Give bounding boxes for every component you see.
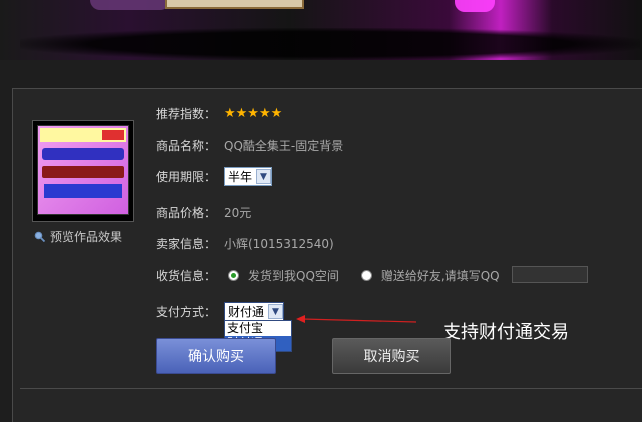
rating-stars: ★★★★★: [224, 106, 283, 121]
preview-label: 预览作品效果: [50, 230, 123, 244]
delivery-option-gift: 赠送给好友,请填写QQ: [380, 269, 500, 283]
banner-shadow: [20, 28, 640, 60]
seller-row: 卖家信息： 小辉(1015312540): [156, 235, 334, 252]
payment-selected: 财付通: [228, 305, 265, 319]
delivery-label: 收货信息：: [156, 269, 217, 283]
price-label: 商品价格：: [156, 206, 217, 220]
price-row: 商品价格： 20元: [156, 204, 251, 221]
annotation-arrow: [296, 315, 417, 323]
preview-link[interactable]: 预览作品效果: [34, 228, 122, 245]
friend-qq-input[interactable]: [512, 266, 588, 283]
delivery-option-self: 发货到我QQ空间: [248, 269, 339, 283]
annotation-text: 支持财付通交易: [443, 322, 569, 343]
product-name-label: 商品名称：: [156, 139, 217, 153]
payment-select[interactable]: 财付通 ▼: [224, 302, 285, 321]
banner-graphic: [455, 0, 495, 12]
cancel-purchase-button[interactable]: 取消购买: [332, 338, 451, 374]
rating-row: 推荐指数： ★★★★★: [156, 105, 282, 122]
confirm-purchase-button[interactable]: 确认购买: [156, 338, 276, 374]
rating-label: 推荐指数：: [156, 107, 217, 121]
payment-row: 支付方式： 财付通 ▼: [156, 302, 285, 321]
product-name-row: 商品名称： QQ酷全集王-固定背景: [156, 137, 343, 154]
banner-graphic: [165, 0, 304, 9]
product-name-value: QQ酷全集王-固定背景: [224, 139, 344, 153]
product-thumbnail[interactable]: [32, 120, 134, 222]
duration-selected: 半年: [228, 170, 253, 184]
chevron-down-icon[interactable]: ▼: [256, 169, 272, 184]
divider: [20, 388, 642, 389]
seller-label: 卖家信息：: [156, 237, 217, 251]
chevron-down-icon[interactable]: ▼: [268, 304, 284, 319]
payment-label: 支付方式：: [156, 305, 217, 319]
magnifier-icon: [34, 231, 45, 242]
duration-label: 使用期限：: [156, 170, 217, 184]
delivery-row: 收货信息： 发货到我QQ空间 赠送给好友,请填写QQ: [156, 267, 500, 284]
duration-select[interactable]: 半年 ▼: [224, 167, 273, 186]
delivery-radio-gift[interactable]: [360, 270, 372, 281]
duration-row: 使用期限： 半年 ▼: [156, 167, 273, 186]
payment-option-alipay[interactable]: 支付宝: [225, 321, 291, 336]
seller-value: 小辉(1015312540): [224, 237, 334, 251]
banner-graphic: [90, 0, 170, 10]
delivery-radio-self[interactable]: [228, 270, 239, 281]
price-value: 20元: [224, 206, 252, 220]
product-image: [37, 125, 129, 215]
